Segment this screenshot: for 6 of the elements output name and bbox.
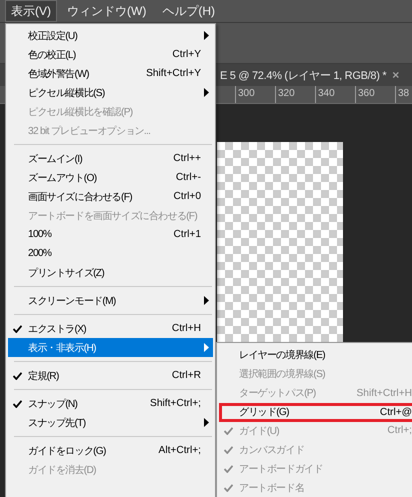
ruler-label: 38 bbox=[395, 86, 412, 103]
ruler-label: 360 bbox=[355, 86, 395, 103]
ruler-label: 300 bbox=[235, 86, 275, 103]
document-title: E 5 @ 72.4% (レイヤー 1, RGB/8) * bbox=[220, 68, 386, 82]
ruler-label: 340 bbox=[315, 86, 355, 103]
ruler-label: 320 bbox=[275, 86, 315, 103]
